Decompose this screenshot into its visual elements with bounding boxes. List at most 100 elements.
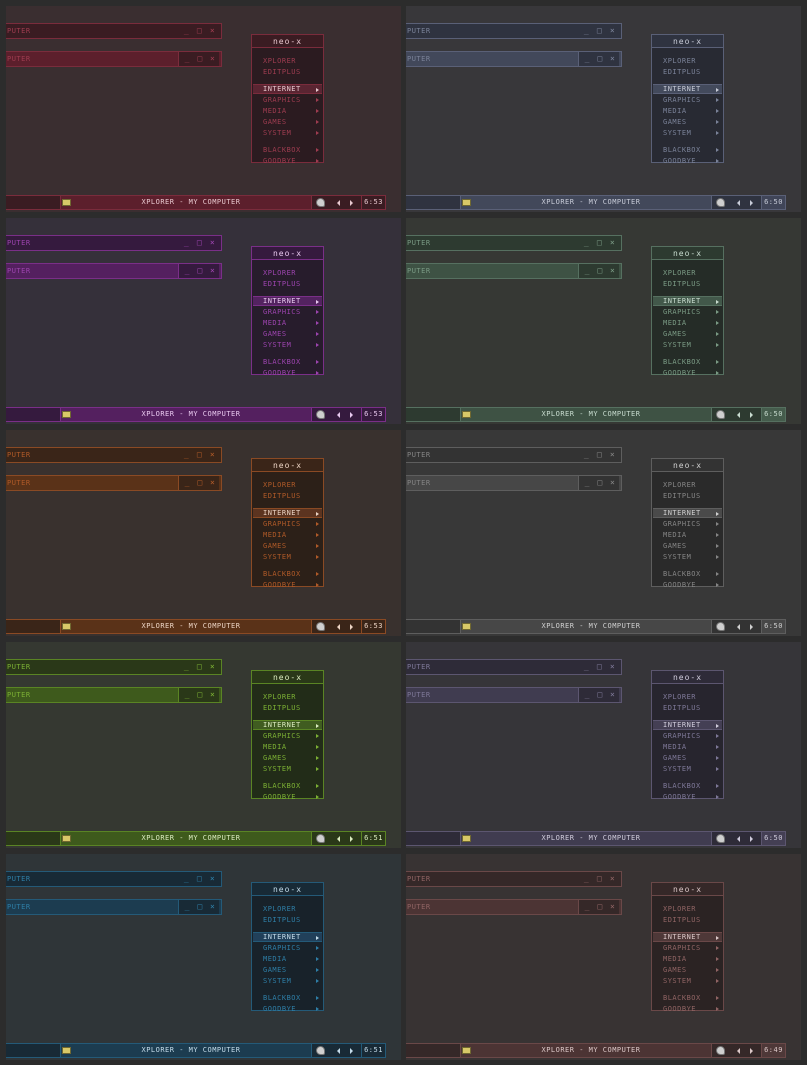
menu-item-blackbox[interactable]: BLACKBOX bbox=[253, 569, 322, 579]
menu-item-media[interactable]: MEDIA bbox=[253, 106, 322, 116]
arrow-left-icon[interactable] bbox=[737, 624, 740, 630]
maximize-button[interactable]: □ bbox=[594, 264, 607, 278]
maximize-button[interactable]: □ bbox=[594, 52, 607, 66]
menu-item-games[interactable]: GAMES bbox=[253, 329, 322, 339]
menu-item-system[interactable]: SYSTEM bbox=[253, 976, 322, 986]
menu-item-graphics[interactable]: GRAPHICS bbox=[653, 943, 722, 953]
close-button[interactable]: × bbox=[606, 688, 619, 702]
menu-item-blackbox[interactable]: BLACKBOX bbox=[653, 993, 722, 1003]
menu-item-blackbox[interactable]: BLACKBOX bbox=[653, 781, 722, 791]
close-button[interactable]: × bbox=[606, 264, 619, 278]
tray-volume-icon[interactable] bbox=[716, 410, 725, 419]
window-titlebar-active[interactable]: PUTER _ □ × bbox=[6, 51, 222, 67]
maximize-button[interactable]: □ bbox=[193, 448, 206, 462]
menu-item-blackbox[interactable]: BLACKBOX bbox=[253, 993, 322, 1003]
minimize-button[interactable]: _ bbox=[180, 236, 193, 250]
menu-item-xplorer[interactable]: XPLORER bbox=[653, 268, 722, 278]
arrow-right-icon[interactable] bbox=[350, 412, 353, 418]
tray-volume-icon[interactable] bbox=[716, 198, 725, 207]
maximize-button[interactable]: □ bbox=[193, 872, 206, 886]
menu-item-games[interactable]: GAMES bbox=[653, 753, 722, 763]
menu-item-xplorer[interactable]: XPLORER bbox=[253, 268, 322, 278]
window-titlebar-inactive[interactable]: PUTER _ □ × bbox=[406, 871, 622, 887]
menu-item-internet[interactable]: INTERNET bbox=[253, 84, 322, 94]
tray-volume-icon[interactable] bbox=[716, 834, 725, 843]
window-titlebar-active[interactable]: PUTER _ □ × bbox=[6, 899, 222, 915]
start-button[interactable] bbox=[6, 408, 60, 421]
menu-item-goodbye[interactable]: GOODBYE bbox=[253, 1004, 322, 1014]
tray-volume-icon[interactable] bbox=[316, 1046, 325, 1055]
close-button[interactable]: × bbox=[206, 900, 219, 914]
menu-item-graphics[interactable]: GRAPHICS bbox=[253, 519, 322, 529]
menu-item-media[interactable]: MEDIA bbox=[253, 530, 322, 540]
close-button[interactable]: × bbox=[206, 236, 219, 250]
minimize-button[interactable]: _ bbox=[580, 872, 593, 886]
minimize-button[interactable]: _ bbox=[181, 900, 194, 914]
menu-item-xplorer[interactable]: XPLORER bbox=[253, 692, 322, 702]
arrow-left-icon[interactable] bbox=[737, 200, 740, 206]
menu-item-media[interactable]: MEDIA bbox=[653, 530, 722, 540]
menu-item-editplus[interactable]: EDITPLUS bbox=[653, 915, 722, 925]
start-button[interactable] bbox=[6, 832, 60, 845]
maximize-button[interactable]: □ bbox=[593, 236, 606, 250]
menu-item-editplus[interactable]: EDITPLUS bbox=[253, 279, 322, 289]
start-button[interactable] bbox=[406, 832, 460, 845]
menu-item-media[interactable]: MEDIA bbox=[253, 318, 322, 328]
menu-item-goodbye[interactable]: GOODBYE bbox=[653, 156, 722, 166]
minimize-button[interactable]: _ bbox=[581, 264, 594, 278]
window-titlebar-inactive[interactable]: PUTER _ □ × bbox=[406, 659, 622, 675]
menu-item-games[interactable]: GAMES bbox=[253, 753, 322, 763]
maximize-button[interactable]: □ bbox=[194, 688, 207, 702]
minimize-button[interactable]: _ bbox=[581, 476, 594, 490]
menu-item-xplorer[interactable]: XPLORER bbox=[653, 904, 722, 914]
arrow-left-icon[interactable] bbox=[337, 412, 340, 418]
window-titlebar-inactive[interactable]: PUTER _ □ × bbox=[406, 235, 622, 251]
arrow-right-icon[interactable] bbox=[350, 1048, 353, 1054]
menu-item-system[interactable]: SYSTEM bbox=[653, 552, 722, 562]
start-button[interactable] bbox=[406, 620, 460, 633]
close-button[interactable]: × bbox=[206, 52, 219, 66]
menu-item-goodbye[interactable]: GOODBYE bbox=[253, 368, 322, 378]
window-titlebar-active[interactable]: PUTER _ □ × bbox=[6, 687, 222, 703]
arrow-left-icon[interactable] bbox=[337, 624, 340, 630]
close-button[interactable]: × bbox=[606, 24, 619, 38]
close-button[interactable]: × bbox=[606, 872, 619, 886]
menu-item-xplorer[interactable]: XPLORER bbox=[653, 480, 722, 490]
menu-item-graphics[interactable]: GRAPHICS bbox=[653, 307, 722, 317]
maximize-button[interactable]: □ bbox=[193, 660, 206, 674]
menu-item-goodbye[interactable]: GOODBYE bbox=[253, 580, 322, 590]
close-button[interactable]: × bbox=[206, 872, 219, 886]
maximize-button[interactable]: □ bbox=[594, 476, 607, 490]
menu-item-internet[interactable]: INTERNET bbox=[253, 932, 322, 942]
minimize-button[interactable]: _ bbox=[181, 264, 194, 278]
tray-volume-icon[interactable] bbox=[316, 410, 325, 419]
menu-item-graphics[interactable]: GRAPHICS bbox=[253, 731, 322, 741]
menu-item-system[interactable]: SYSTEM bbox=[253, 128, 322, 138]
window-titlebar-inactive[interactable]: PUTER _ □ × bbox=[6, 659, 222, 675]
minimize-button[interactable]: _ bbox=[181, 52, 194, 66]
minimize-button[interactable]: _ bbox=[580, 236, 593, 250]
close-button[interactable]: × bbox=[606, 448, 619, 462]
close-button[interactable]: × bbox=[606, 900, 619, 914]
window-titlebar-active[interactable]: PUTER _ □ × bbox=[406, 899, 622, 915]
start-button[interactable] bbox=[406, 408, 460, 421]
close-button[interactable]: × bbox=[206, 660, 219, 674]
menu-item-blackbox[interactable]: BLACKBOX bbox=[253, 145, 322, 155]
maximize-button[interactable]: □ bbox=[194, 52, 207, 66]
arrow-left-icon[interactable] bbox=[337, 836, 340, 842]
minimize-button[interactable]: _ bbox=[181, 688, 194, 702]
menu-item-internet[interactable]: INTERNET bbox=[653, 296, 722, 306]
tray-volume-icon[interactable] bbox=[716, 622, 725, 631]
minimize-button[interactable]: _ bbox=[180, 660, 193, 674]
menu-item-editplus[interactable]: EDITPLUS bbox=[253, 703, 322, 713]
window-titlebar-inactive[interactable]: PUTER _ □ × bbox=[6, 871, 222, 887]
menu-item-system[interactable]: SYSTEM bbox=[653, 128, 722, 138]
menu-item-graphics[interactable]: GRAPHICS bbox=[253, 943, 322, 953]
maximize-button[interactable]: □ bbox=[593, 660, 606, 674]
menu-item-media[interactable]: MEDIA bbox=[653, 954, 722, 964]
menu-item-xplorer[interactable]: XPLORER bbox=[253, 480, 322, 490]
arrow-left-icon[interactable] bbox=[337, 1048, 340, 1054]
minimize-button[interactable]: _ bbox=[581, 900, 594, 914]
menu-item-games[interactable]: GAMES bbox=[253, 965, 322, 975]
menu-item-blackbox[interactable]: BLACKBOX bbox=[653, 145, 722, 155]
